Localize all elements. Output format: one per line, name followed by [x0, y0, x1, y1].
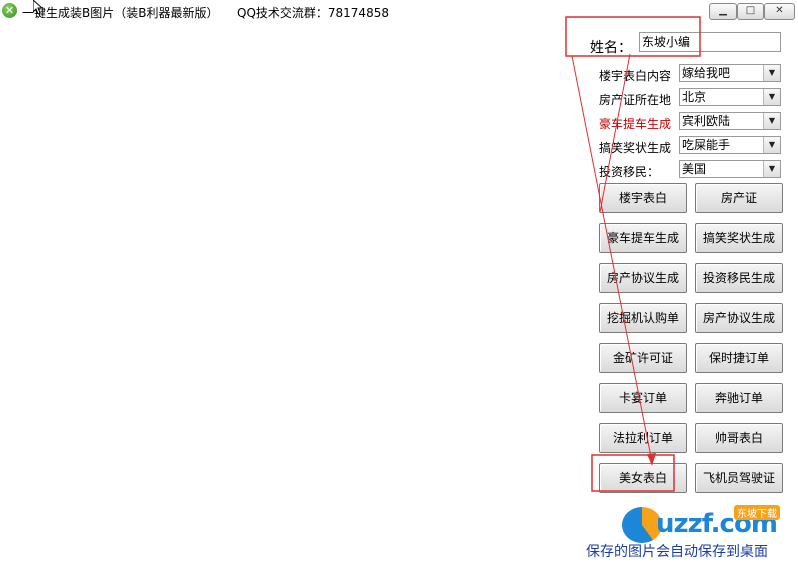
site-logo: uzzf.com 东坡下载 — [622, 505, 792, 545]
maximize-button[interactable]: □ — [737, 3, 764, 20]
name-input[interactable]: 东坡小编 — [639, 32, 781, 52]
row-label-property-location: 房产证所在地 — [599, 93, 672, 107]
handsome-confession-button[interactable]: 帅哥表白 — [695, 423, 783, 453]
ferrari-order-button[interactable]: 法拉利订单 — [599, 423, 687, 453]
immigration-select-value: 美国 — [682, 162, 707, 176]
qq-group-text: QQ技术交流群：78174858 — [237, 6, 389, 20]
minimize-button[interactable]: ▁ — [709, 3, 737, 20]
car-pickup-button[interactable]: 豪车提车生成 — [599, 223, 687, 253]
app-icon: ✕ — [2, 3, 17, 18]
funny-award-button[interactable]: 搞笑奖状生成 — [695, 223, 783, 253]
row-label-car: 豪车提车生成 — [599, 117, 672, 131]
close-button[interactable]: ✕ — [764, 3, 795, 20]
mouse-cursor-icon — [33, 0, 43, 14]
property-agreement-button-2[interactable]: 房产协议生成 — [695, 303, 783, 333]
benz-order-button[interactable]: 奔驰订单 — [695, 383, 783, 413]
row-label-confession: 楼宇表白内容 — [599, 69, 672, 83]
investment-immigration-button[interactable]: 投资移民生成 — [695, 263, 783, 293]
car-select[interactable]: 宾利欧陆 ▼ — [679, 112, 781, 130]
property-certificate-button[interactable]: 房产证 — [695, 183, 783, 213]
row-label-award: 搞笑奖状生成 — [599, 141, 672, 155]
chevron-down-icon[interactable]: ▼ — [763, 161, 780, 177]
property-agreement-button[interactable]: 房产协议生成 — [599, 263, 687, 293]
immigration-select[interactable]: 美国 ▼ — [679, 160, 781, 178]
name-label: 姓名： — [590, 40, 632, 56]
property-location-select-value: 北京 — [682, 90, 707, 104]
logo-badge: 东坡下载 — [734, 505, 780, 520]
award-select-value: 吃屎能手 — [682, 138, 731, 152]
save-location-note: 保存的图片会自动保存到桌面 — [586, 544, 768, 560]
window-controls: ▁ □ ✕ — [709, 3, 795, 20]
property-location-select[interactable]: 北京 ▼ — [679, 88, 781, 106]
building-confession-button[interactable]: 楼宇表白 — [599, 183, 687, 213]
chevron-down-icon[interactable]: ▼ — [763, 137, 780, 153]
car-select-value: 宾利欧陆 — [682, 114, 731, 128]
award-select[interactable]: 吃屎能手 ▼ — [679, 136, 781, 154]
row-label-immigration: 投资移民： — [599, 165, 660, 179]
chevron-down-icon[interactable]: ▼ — [763, 113, 780, 129]
pilot-license-button[interactable]: 飞机员驾驶证 — [695, 463, 783, 493]
chevron-down-icon[interactable]: ▼ — [763, 65, 780, 81]
chevron-down-icon[interactable]: ▼ — [763, 89, 780, 105]
window-title: 一键生成装B图片（装B利器最新版） — [22, 6, 219, 20]
beauty-confession-button[interactable]: 美女表白 — [599, 463, 687, 493]
confession-select[interactable]: 嫁给我吧 ▼ — [679, 64, 781, 82]
confession-select-value: 嫁给我吧 — [682, 66, 731, 80]
gold-mine-license-button[interactable]: 金矿许可证 — [599, 343, 687, 373]
cayenne-order-button[interactable]: 卡宴订单 — [599, 383, 687, 413]
excavator-order-button[interactable]: 挖掘机认购单 — [599, 303, 687, 333]
title-bar: ✕ 一键生成装B图片（装B利器最新版） QQ技术交流群：78174858 ▁ □… — [0, 0, 798, 22]
porsche-order-button[interactable]: 保时捷订单 — [695, 343, 783, 373]
